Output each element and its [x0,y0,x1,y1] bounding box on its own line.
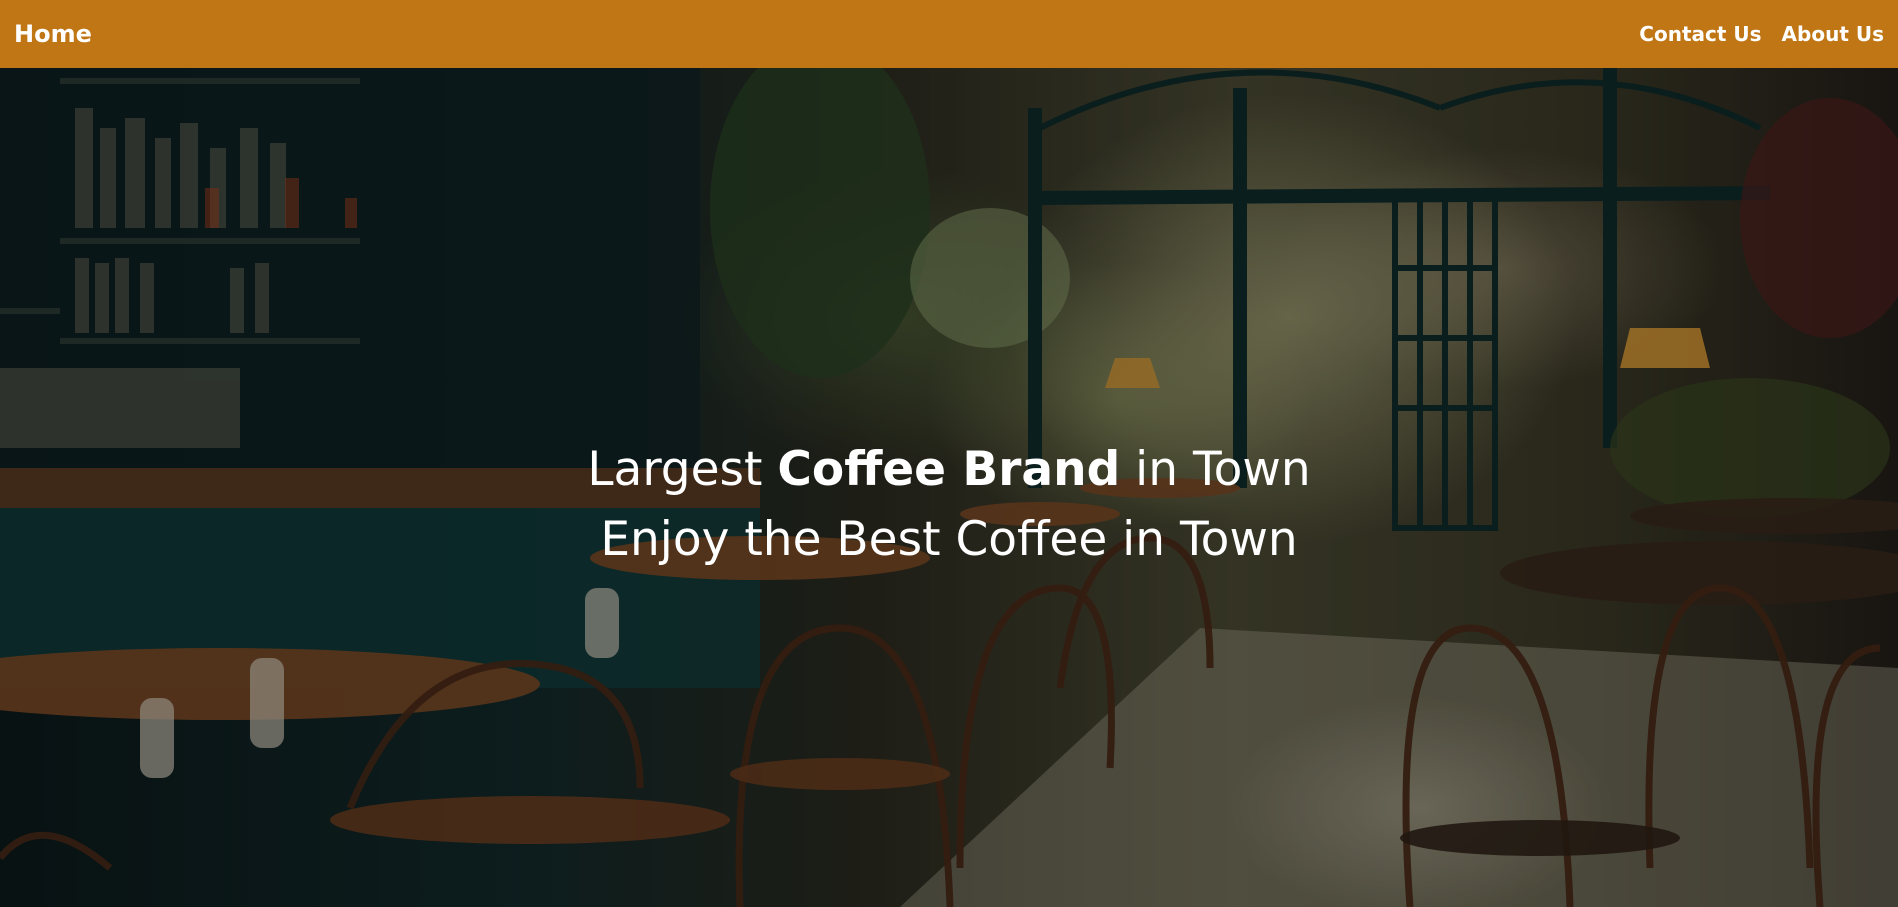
hero-title-part2: in Town [1120,442,1311,497]
hero-title-part1: Largest [587,442,778,497]
hero-title: Largest Coffee Brand in Town [0,442,1898,498]
hero-section: Largest Coffee Brand in Town Enjoy the B… [0,68,1898,907]
hero-subtitle: Enjoy the Best Coffee in Town [600,512,1298,568]
nav-about-link[interactable]: About Us [1782,22,1884,46]
hero-title-brand: Coffee Brand [777,442,1121,497]
top-navbar: Home Contact Us About Us [0,0,1898,68]
nav-home-link[interactable]: Home [14,20,92,48]
hero-text-block: Largest Coffee Brand in Town Enjoy the B… [0,442,1898,569]
nav-contact-link[interactable]: Contact Us [1639,22,1761,46]
nav-links: Contact Us About Us [1639,22,1884,46]
